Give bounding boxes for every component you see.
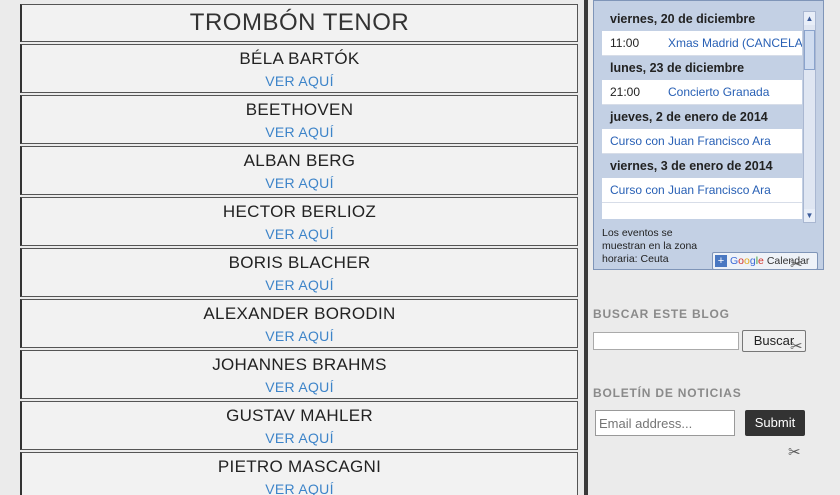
search-input[interactable]	[593, 332, 739, 350]
calendar-event[interactable]: Curso con Juan Francisco Ara	[602, 129, 802, 154]
google-logo: Google	[730, 255, 764, 267]
calendar-day-header: jueves, 2 de enero de 2014	[602, 105, 802, 129]
composer-row: BÉLA BARTÓK VER AQUÍ	[20, 44, 578, 93]
composer-row: GUSTAV MAHLER VER AQUÍ	[20, 401, 578, 450]
composer-row: PIETRO MASCAGNI VER AQUÍ	[20, 452, 578, 495]
composer-name: ALBAN BERG	[243, 151, 356, 170]
composer-name: GUSTAV MAHLER	[226, 406, 373, 425]
scroll-thumb[interactable]	[804, 30, 815, 70]
composer-row: ALBAN BERG VER AQUÍ	[20, 146, 578, 195]
ver-aqui-link[interactable]: VER AQUÍ	[22, 275, 577, 295]
ver-aqui-link[interactable]: VER AQUÍ	[22, 71, 577, 91]
timezone-note: Los eventos se muestran en la zona horar…	[602, 227, 698, 265]
edit-widget-icon[interactable]: ✂	[790, 256, 808, 274]
composer-row: BORIS BLACHER VER AQUÍ	[20, 248, 578, 297]
calendar-event[interactable]: Curso con Juan Francisco Ara	[602, 178, 802, 203]
composer-row: BEETHOVEN VER AQUÍ	[20, 95, 578, 144]
google-calendar-widget: viernes, 20 de diciembre 11:00 Xmas Madrid…	[593, 0, 824, 270]
event-time: 11:00	[610, 36, 640, 50]
composer-name: BEETHOVEN	[245, 100, 354, 119]
scroll-down-icon[interactable]: ▼	[804, 209, 815, 222]
edit-widget-icon[interactable]: ✂	[788, 444, 806, 462]
scroll-up-icon[interactable]: ▲	[804, 12, 815, 25]
composer-name: JOHANNES BRAHMS	[212, 355, 387, 374]
submit-button[interactable]: Submit	[745, 410, 805, 436]
table-title: TROMBÓN TENOR	[189, 9, 410, 36]
event-time: 21:00	[610, 85, 641, 99]
composer-name: BÉLA BARTÓK	[239, 49, 360, 68]
calendar-day-header: lunes, 23 de diciembre	[602, 56, 802, 80]
sidebar: viernes, 20 de diciembre 11:00 Xmas Madrid…	[588, 0, 840, 495]
composer-row: JOHANNES BRAHMS VER AQUÍ	[20, 350, 578, 399]
composer-row: HECTOR BERLIOZ VER AQUÍ	[20, 197, 578, 246]
ver-aqui-link[interactable]: VER AQUÍ	[22, 224, 577, 244]
table-header: TROMBÓN TENOR	[20, 4, 578, 42]
event-title[interactable]: Curso con Juan Francisco Ara	[610, 134, 771, 148]
composer-name: HECTOR BERLIOZ	[222, 202, 377, 221]
calendar-event-list[interactable]: viernes, 20 de diciembre 11:00 Xmas Madrid…	[602, 7, 802, 219]
newsletter-section-title: BOLETÍN DE NOTICIAS	[593, 386, 742, 400]
main-content: TROMBÓN TENOR BÉLA BARTÓK VER AQUÍ BEETHOV…	[0, 0, 584, 495]
calendar-event[interactable]: 21:00 Concierto Granada	[602, 80, 802, 105]
calendar-day-header: viernes, 20 de diciembre	[602, 7, 802, 31]
calendar-day-header: viernes, 3 de enero de 2014	[602, 154, 802, 178]
composer-name: BORIS BLACHER	[228, 253, 371, 272]
ver-aqui-link[interactable]: VER AQUÍ	[22, 428, 577, 448]
plus-icon: +	[715, 255, 727, 267]
event-title[interactable]: Concierto Granada	[668, 85, 769, 99]
edit-widget-icon[interactable]: ✂	[790, 338, 808, 356]
ver-aqui-link[interactable]: VER AQUÍ	[22, 377, 577, 397]
composer-name: ALEXANDER BORODIN	[203, 304, 396, 323]
event-title[interactable]: Xmas Madrid (CANCELADO)	[668, 36, 802, 50]
email-field[interactable]	[595, 410, 735, 436]
composer-name: PIETRO MASCAGNI	[217, 457, 382, 476]
composer-row: ALEXANDER BORODIN VER AQUÍ	[20, 299, 578, 348]
ver-aqui-link[interactable]: VER AQUÍ	[22, 326, 577, 346]
search-section-title: BUSCAR ESTE BLOG	[593, 307, 730, 321]
ver-aqui-link[interactable]: VER AQUÍ	[22, 122, 577, 142]
event-title[interactable]: Curso con Juan Francisco Ara	[610, 183, 771, 197]
composer-table: TROMBÓN TENOR BÉLA BARTÓK VER AQUÍ BEETHOV…	[20, 4, 578, 495]
calendar-scrollbar[interactable]: ▲ ▼	[803, 11, 816, 223]
ver-aqui-link[interactable]: VER AQUÍ	[22, 173, 577, 193]
ver-aqui-link[interactable]: VER AQUÍ	[22, 479, 577, 495]
calendar-event[interactable]: 11:00 Xmas Madrid (CANCELADO)	[602, 31, 802, 56]
